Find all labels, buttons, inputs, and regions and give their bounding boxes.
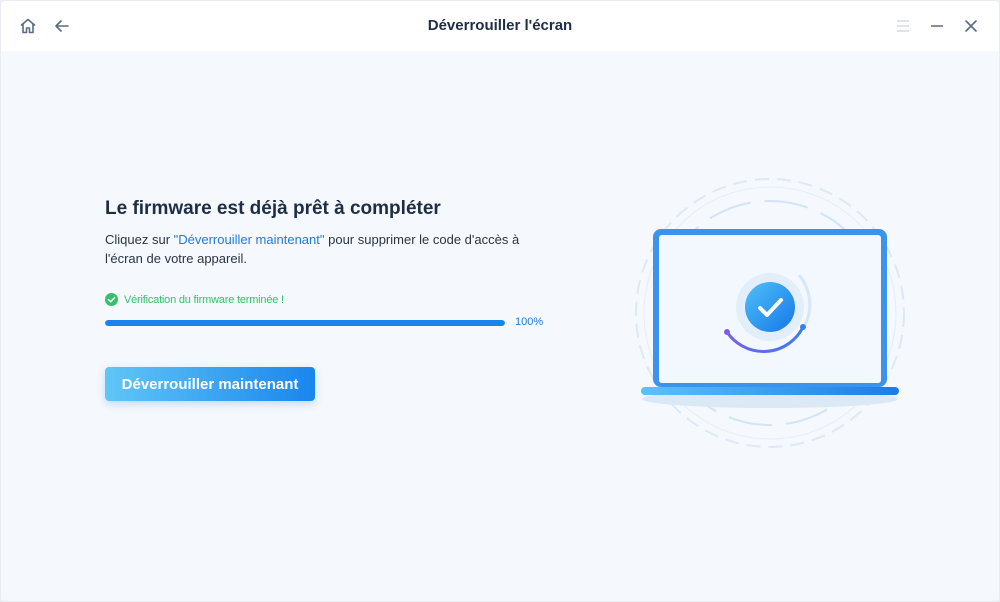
laptop-check-icon (635, 178, 905, 448)
progress-bar (105, 320, 505, 326)
menu-icon[interactable] (890, 13, 916, 39)
minimize-icon[interactable] (924, 13, 950, 39)
app-window: Déverrouiller l'écran Le firmware est dé… (1, 1, 999, 601)
description-link: "Déverrouiller maintenant" (173, 232, 325, 247)
status-text: Vérification du firmware terminée ! (124, 293, 284, 306)
verification-status: Vérification du firmware terminée ! (105, 293, 284, 306)
page-heading: Le firmware est déjà prêt à compléter (105, 198, 441, 219)
description-prefix: Cliquez sur (105, 232, 174, 247)
window-title: Déverrouiller l'écran (427, 17, 573, 34)
progress-fill (105, 320, 505, 326)
description: Cliquez sur "Déverrouiller maintenant" p… (105, 230, 535, 268)
progress-percentage: 100% (515, 316, 544, 328)
laptop-check-illustration (629, 177, 911, 449)
unlock-now-button[interactable]: Déverrouiller maintenant (105, 367, 315, 401)
check-circle-icon (105, 293, 118, 306)
title-bar: Déverrouiller l'écran (1, 1, 999, 51)
close-icon[interactable] (958, 13, 984, 39)
